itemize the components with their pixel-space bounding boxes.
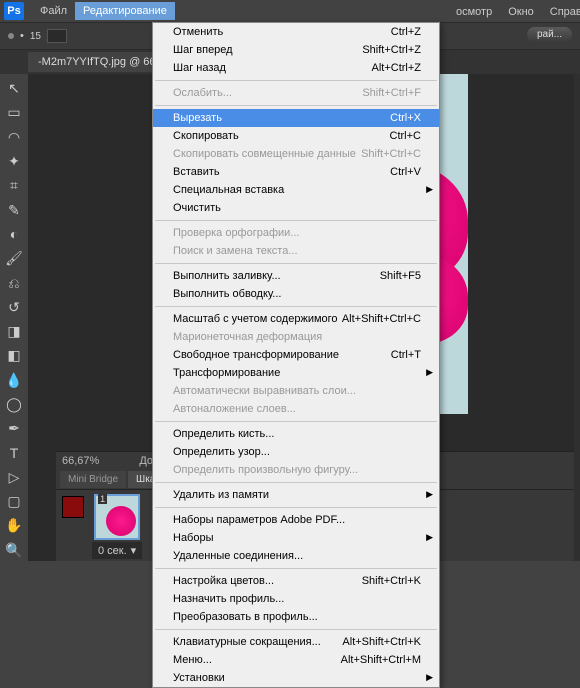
menu-item[interactable]: Назначить профиль...	[153, 590, 439, 608]
menu-item[interactable]: Установки▶	[153, 669, 439, 687]
menu-item[interactable]: Выполнить обводку...	[153, 285, 439, 303]
type-tool-icon[interactable]: T	[3, 442, 25, 463]
submenu-arrow-icon: ▶	[426, 184, 433, 195]
heal-tool-icon[interactable]: ◐	[3, 224, 25, 245]
menu-item: Марионеточная деформация	[153, 328, 439, 346]
history-brush-icon[interactable]: ↺	[3, 297, 25, 318]
brush-size[interactable]: 15	[30, 31, 41, 42]
zoom-tool-icon[interactable]: 🔍	[3, 540, 25, 561]
eraser-tool-icon[interactable]: ◨	[3, 321, 25, 342]
hand-tool-icon[interactable]: ✋	[3, 515, 25, 536]
menu-item[interactable]: Удалить из памяти▶	[153, 486, 439, 504]
menu-view[interactable]: осмотр	[448, 3, 500, 21]
mode-swatch[interactable]	[47, 29, 67, 43]
menu-item[interactable]: Клавиатурные сокращения...Alt+Shift+Ctrl…	[153, 633, 439, 651]
menu-item[interactable]: Масштаб с учетом содержимогоAlt+Shift+Ct…	[153, 310, 439, 328]
brush-preview-icon[interactable]	[8, 33, 14, 39]
app-icon: Ps	[4, 2, 24, 20]
foreground-swatch[interactable]	[62, 496, 84, 518]
eyedropper-tool-icon[interactable]: ✎	[3, 199, 25, 220]
frame-number: 1	[98, 494, 107, 504]
right-dock[interactable]	[574, 74, 580, 561]
move-tool-icon[interactable]: ↖	[3, 78, 25, 99]
menu-item[interactable]: ВырезатьCtrl+X	[153, 109, 439, 127]
menu-item[interactable]: Шаг впередShift+Ctrl+Z	[153, 41, 439, 59]
menu-item[interactable]: Удаленные соединения...	[153, 547, 439, 565]
menu-item: Ослабить...Shift+Ctrl+F	[153, 84, 439, 102]
submenu-arrow-icon: ▶	[426, 532, 433, 543]
menu-item[interactable]: Определить узор...	[153, 443, 439, 461]
pen-tool-icon[interactable]: ✒	[3, 418, 25, 439]
menu-item[interactable]: ОтменитьCtrl+Z	[153, 23, 439, 41]
menu-item: Скопировать совмещенные данныеShift+Ctrl…	[153, 145, 439, 163]
blur-tool-icon[interactable]: 💧	[3, 370, 25, 391]
menu-help[interactable]: Справка	[542, 3, 580, 21]
submenu-arrow-icon: ▶	[426, 367, 433, 378]
menu-item[interactable]: Преобразовать в профиль...	[153, 608, 439, 626]
menu-item: Автоматически выравнивать слои...	[153, 382, 439, 400]
stamp-tool-icon[interactable]: ⎌	[3, 272, 25, 293]
menu-file[interactable]: Файл	[32, 2, 75, 20]
shape-tool-icon[interactable]: ▢	[3, 491, 25, 512]
lasso-tool-icon[interactable]: ◠	[3, 127, 25, 148]
menu-item[interactable]: Очистить	[153, 199, 439, 217]
marquee-tool-icon[interactable]: ▭	[3, 102, 25, 123]
crop-tool-icon[interactable]: ⌗	[3, 175, 25, 196]
menubar-right: осмотр Окно Справка	[448, 3, 580, 21]
brush-size-dot: •	[20, 30, 24, 42]
menu-item: Проверка орфографии...	[153, 224, 439, 242]
frame-thumbnail[interactable]: 1	[94, 494, 140, 540]
menu-item: Автоналожение слоев...	[153, 400, 439, 418]
menu-item[interactable]: Специальная вставка▶	[153, 181, 439, 199]
tools-panel: ↖ ▭ ◠ ✦ ⌗ ✎ ◐ 🖌 ⎌ ↺ ◨ ◧ 💧 ◯ ✒ T ▷ ▢ ✋ 🔍	[0, 74, 28, 561]
zoom-level[interactable]: 66,67%	[62, 455, 99, 467]
brush-tool-icon[interactable]: 🖌	[3, 248, 25, 269]
frame-duration[interactable]: 0 сек.▾	[92, 542, 142, 559]
menu-item[interactable]: Настройка цветов...Shift+Ctrl+K	[153, 572, 439, 590]
toolbar-right: рай...	[527, 28, 572, 40]
menu-item[interactable]: Меню...Alt+Shift+Ctrl+M	[153, 651, 439, 669]
path-tool-icon[interactable]: ▷	[3, 467, 25, 488]
menu-item[interactable]: Трансформирование▶	[153, 364, 439, 382]
menu-item[interactable]: Наборы параметров Adobe PDF...	[153, 511, 439, 529]
menu-item: Определить произвольную фигуру...	[153, 461, 439, 479]
dodge-tool-icon[interactable]: ◯	[3, 394, 25, 415]
toolbar-button[interactable]: рай...	[527, 27, 572, 42]
menu-item[interactable]: Выполнить заливку...Shift+F5	[153, 267, 439, 285]
menu-item[interactable]: СкопироватьCtrl+C	[153, 127, 439, 145]
menu-item[interactable]: Определить кисть...	[153, 425, 439, 443]
chevron-down-icon: ▾	[131, 544, 137, 557]
menu-item[interactable]: Свободное трансформированиеCtrl+T	[153, 346, 439, 364]
menu-window[interactable]: Окно	[500, 3, 542, 21]
menu-item[interactable]: Шаг назадAlt+Ctrl+Z	[153, 59, 439, 77]
menu-item: Поиск и замена текста...	[153, 242, 439, 260]
submenu-arrow-icon: ▶	[426, 489, 433, 500]
submenu-arrow-icon: ▶	[426, 672, 433, 683]
menu-edit[interactable]: Редактирование	[75, 2, 175, 20]
edit-menu-dropdown: ОтменитьCtrl+ZШаг впередShift+Ctrl+ZШаг …	[152, 22, 440, 688]
menu-item[interactable]: Наборы▶	[153, 529, 439, 547]
tab-mini-bridge[interactable]: Mini Bridge	[60, 471, 126, 488]
gradient-tool-icon[interactable]: ◧	[3, 345, 25, 366]
menu-item[interactable]: ВставитьCtrl+V	[153, 163, 439, 181]
wand-tool-icon[interactable]: ✦	[3, 151, 25, 172]
